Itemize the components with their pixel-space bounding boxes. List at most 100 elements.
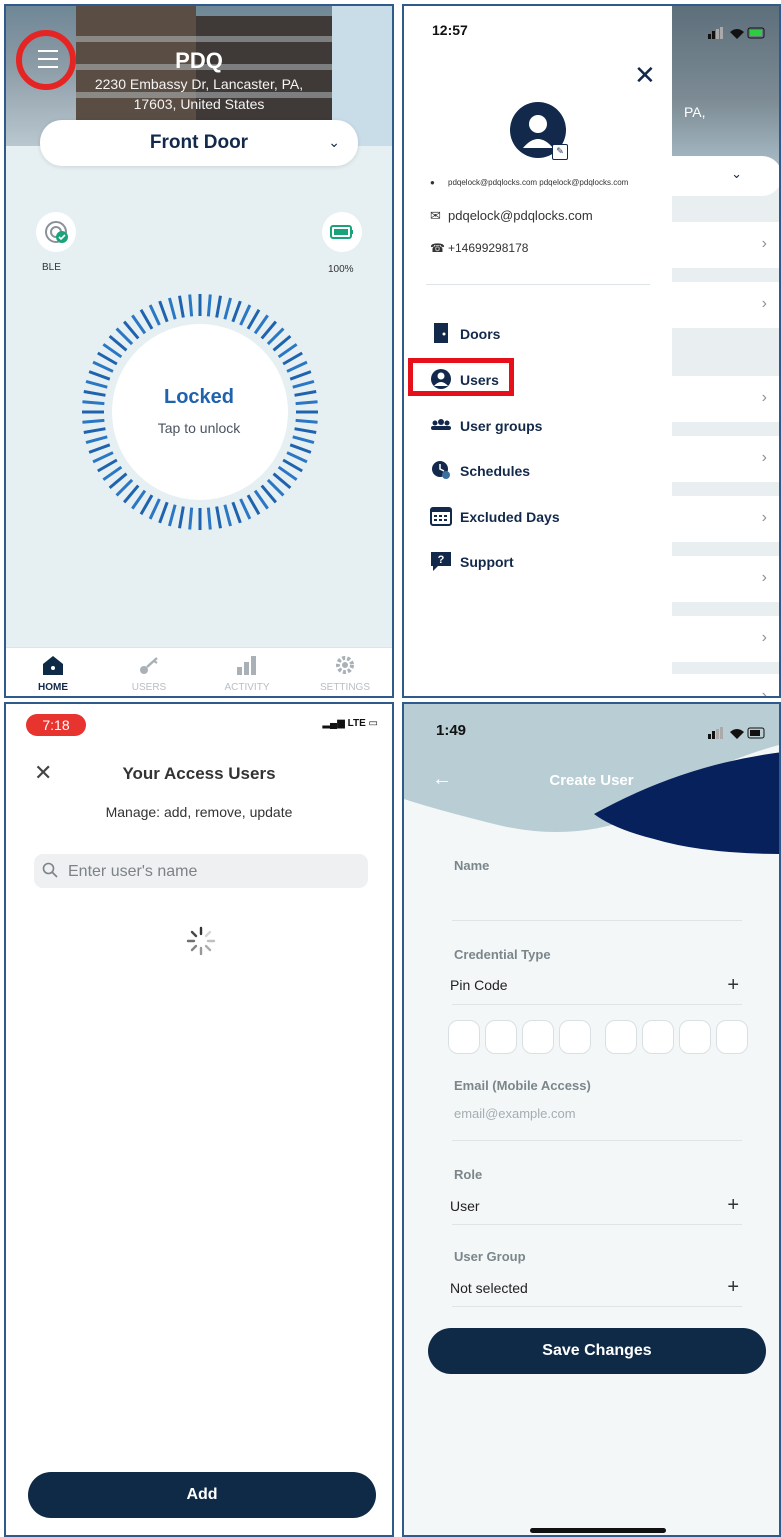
profile-email: ✉ pdqelock@pdqlocks.com bbox=[430, 208, 593, 224]
home-icon bbox=[43, 656, 63, 675]
profile-phone: ☎ +14699298178 bbox=[430, 241, 528, 255]
pin-digit-input[interactable] bbox=[485, 1020, 517, 1054]
profile-phone-text: +14699298178 bbox=[448, 241, 529, 255]
email-field[interactable]: email@example.com bbox=[454, 1106, 576, 1121]
background-row: › bbox=[672, 616, 779, 662]
pin-digit-input[interactable] bbox=[679, 1020, 711, 1054]
group-icon bbox=[431, 419, 451, 430]
pin-digit-input[interactable] bbox=[522, 1020, 554, 1054]
add-button[interactable]: Add bbox=[28, 1472, 376, 1518]
hamburger-menu-button[interactable] bbox=[16, 30, 76, 90]
menu-item-schedules[interactable]: Schedules bbox=[426, 455, 646, 487]
user-group-label: User Group bbox=[454, 1249, 526, 1264]
tab-home[interactable]: HOME bbox=[18, 648, 88, 696]
lock-ring-tick bbox=[260, 320, 277, 340]
lock-ring-tick bbox=[215, 295, 222, 318]
close-button[interactable]: ✕ bbox=[34, 760, 52, 786]
pin-digit-input[interactable] bbox=[448, 1020, 480, 1054]
lock-ring-tick bbox=[292, 435, 315, 444]
lock-hint: Tap to unlock bbox=[157, 420, 241, 436]
lock-ring-tick bbox=[282, 458, 303, 473]
search-input[interactable] bbox=[66, 860, 360, 884]
credential-type-value[interactable]: Pin Code bbox=[450, 977, 508, 993]
name-field[interactable] bbox=[452, 880, 742, 920]
menu-item-user-groups[interactable]: User groups bbox=[426, 410, 646, 442]
lock-ring-tick bbox=[131, 314, 147, 335]
email-label: Email (Mobile Access) bbox=[454, 1078, 591, 1093]
user-group-underline bbox=[452, 1306, 742, 1307]
lock-ring-tick bbox=[266, 478, 285, 497]
pin-digit-input[interactable] bbox=[605, 1020, 637, 1054]
tab-label: HOME bbox=[38, 682, 68, 693]
credential-type-plus-icon[interactable]: + bbox=[727, 974, 739, 997]
lock-ring-tick bbox=[253, 489, 269, 510]
lock-ring-tick bbox=[168, 297, 177, 320]
save-changes-button[interactable]: Save Changes bbox=[428, 1328, 766, 1374]
status-time: 7:18 bbox=[26, 714, 86, 736]
chevron-down-icon: ⌄ bbox=[731, 166, 742, 181]
status-icons bbox=[708, 27, 765, 39]
tab-label: SETTINGS bbox=[319, 682, 370, 693]
address-line-2: 17603, United States bbox=[133, 96, 265, 112]
pin-digit-input[interactable] bbox=[559, 1020, 591, 1054]
profile-username-text: pdqelock@pdqlocks.com pdqelock@pdqlocks.… bbox=[448, 178, 629, 187]
menu-item-excluded-days[interactable]: Excluded Days bbox=[426, 501, 646, 533]
menu-item-label: User groups bbox=[460, 418, 543, 434]
lock-toggle-button[interactable] bbox=[78, 290, 322, 534]
menu-item-doors[interactable]: Doors bbox=[426, 318, 646, 350]
battery-icon: ▭ bbox=[368, 718, 378, 729]
lock-ring-tick bbox=[206, 507, 212, 530]
chevron-right-icon: › bbox=[761, 235, 767, 252]
users-highlight-box bbox=[408, 358, 514, 396]
home-indicator bbox=[530, 1528, 666, 1533]
chevron-right-icon: › bbox=[761, 295, 767, 312]
lock-ring-tick bbox=[123, 484, 140, 504]
tab-users[interactable]: USERS bbox=[114, 648, 184, 696]
chevron-right-icon: › bbox=[761, 569, 767, 586]
role-plus-icon[interactable]: + bbox=[727, 1194, 739, 1217]
role-label: Role bbox=[454, 1167, 483, 1182]
chevron-right-icon: › bbox=[761, 449, 767, 466]
lock-ring-tick bbox=[239, 304, 252, 326]
hamburger-line bbox=[38, 58, 58, 60]
background-row: › bbox=[672, 436, 779, 482]
network-label: LTE bbox=[347, 718, 366, 729]
user-group-value[interactable]: Not selected bbox=[450, 1280, 528, 1296]
background-address-fragment: PA, bbox=[684, 104, 706, 120]
background-row: › bbox=[672, 496, 779, 542]
hamburger-line bbox=[38, 50, 58, 52]
create-user-screen: 1:49 ← Create User Name Credential Type … bbox=[402, 702, 781, 1537]
edit-avatar-icon[interactable]: ✎ bbox=[552, 144, 568, 160]
search-bar[interactable] bbox=[34, 854, 368, 888]
pin-digit-input[interactable] bbox=[716, 1020, 748, 1054]
key-icon bbox=[140, 657, 158, 674]
role-underline bbox=[452, 1224, 742, 1225]
bar-chart-icon bbox=[237, 656, 256, 675]
role-value[interactable]: User bbox=[450, 1198, 480, 1214]
tab-activity[interactable]: ACTIVITY bbox=[212, 648, 282, 696]
navigation-drawer: 12:57 ✕ ✎ ● pdqelock@pdqlocks.com pdqeloc… bbox=[404, 6, 672, 696]
door-selector[interactable]: Front Door ⌄ bbox=[40, 120, 358, 166]
lock-status: Locked bbox=[163, 386, 235, 408]
lock-ring-tick bbox=[115, 327, 134, 346]
lock-ring-tick bbox=[282, 351, 303, 366]
menu-item-label: Support bbox=[460, 554, 514, 570]
bottom-tab-bar: HOME USERS ACTIVITY SETTINGS bbox=[6, 647, 392, 696]
lock-ring-tick bbox=[131, 489, 147, 510]
menu-item-support[interactable]: ? Support bbox=[426, 546, 646, 578]
lock-ring-tick bbox=[277, 343, 298, 359]
lock-ring-tick bbox=[123, 320, 140, 340]
door-selector: ⌄ bbox=[672, 156, 779, 196]
background-row: › bbox=[672, 556, 779, 602]
user-group-plus-icon[interactable]: + bbox=[727, 1276, 739, 1299]
search-icon bbox=[42, 862, 58, 878]
lock-ring-tick bbox=[139, 494, 154, 515]
tab-label: USERS bbox=[131, 682, 167, 693]
lock-ring-tick bbox=[85, 435, 108, 444]
close-drawer-button[interactable]: ✕ bbox=[634, 60, 656, 91]
lock-ring-tick bbox=[223, 297, 232, 320]
background-row: › bbox=[672, 376, 779, 422]
lock-ring-tick bbox=[253, 314, 269, 335]
tab-settings[interactable]: SETTINGS bbox=[310, 648, 380, 696]
pin-digit-input[interactable] bbox=[642, 1020, 674, 1054]
